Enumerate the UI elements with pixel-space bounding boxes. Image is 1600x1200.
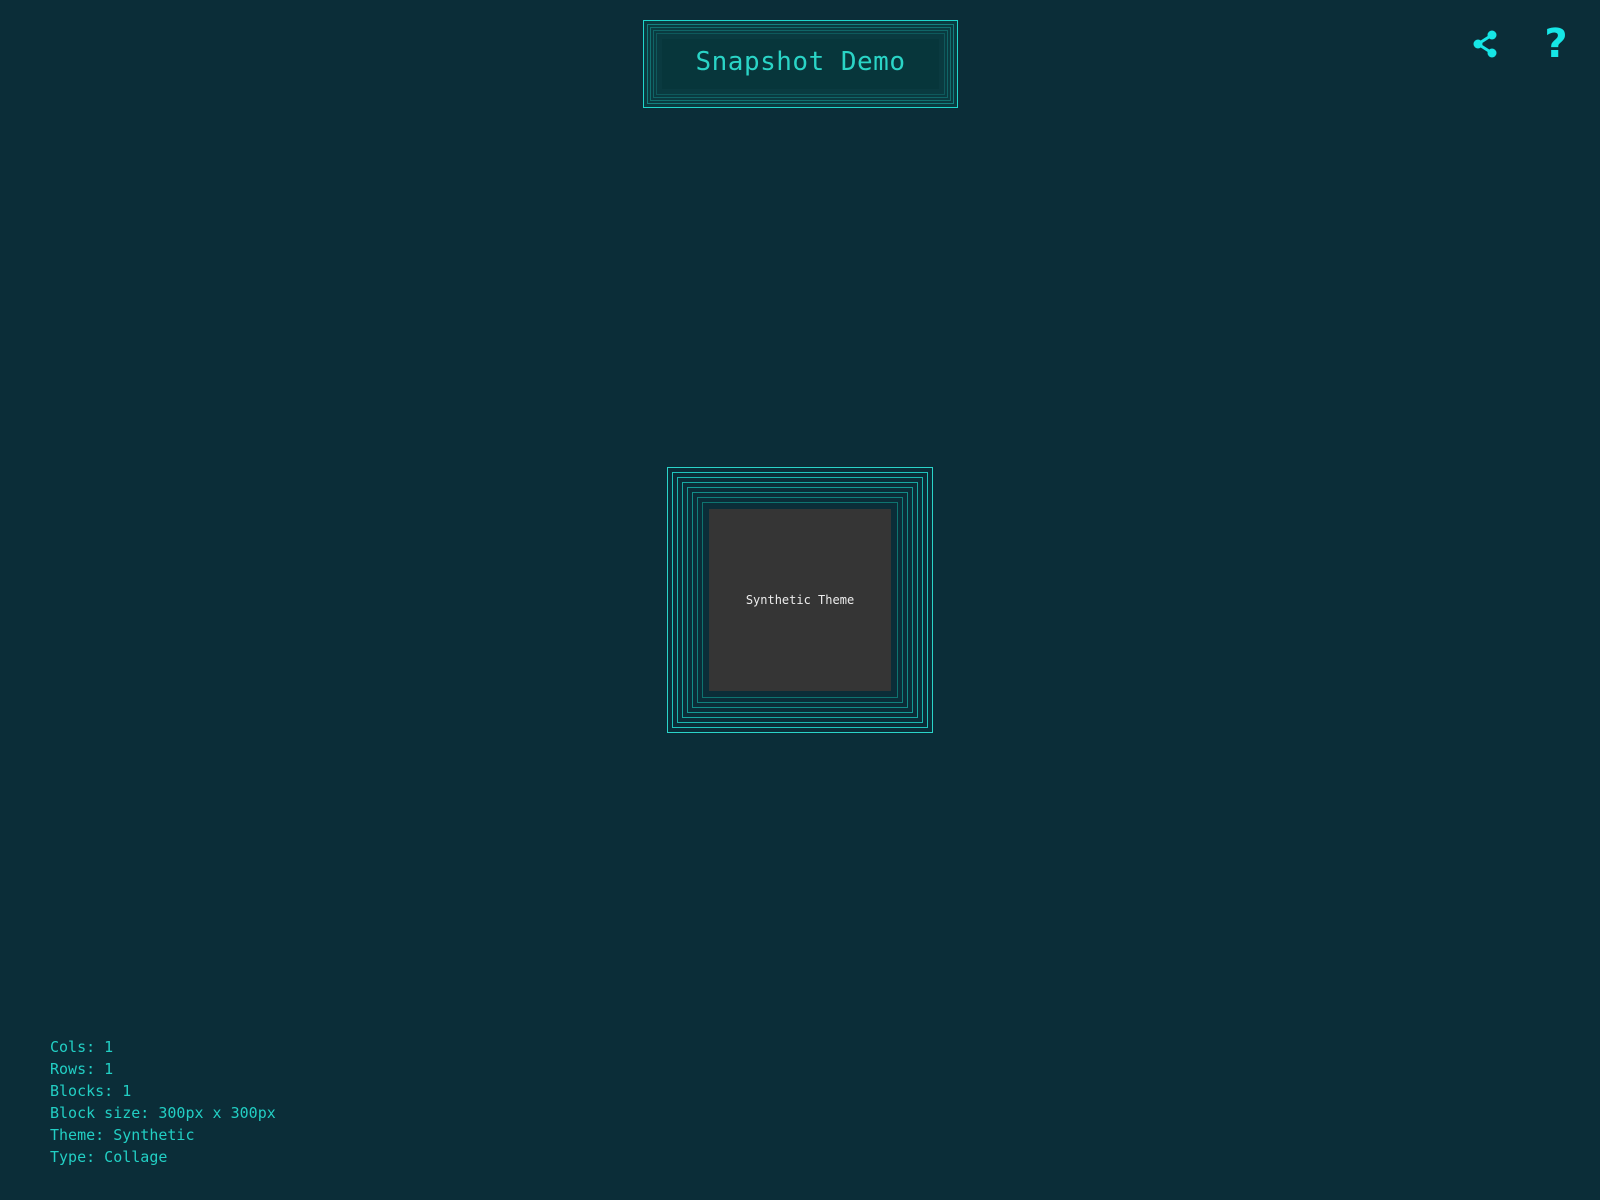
info-blocks: Blocks: 1 [50, 1082, 132, 1100]
info-cols: Cols: 1 [50, 1038, 114, 1056]
collage-block[interactable]: Synthetic Theme [667, 467, 933, 733]
title-banner: Snapshot Demo [643, 20, 958, 108]
info-theme: Theme: Synthetic [50, 1126, 195, 1144]
share-icon [1473, 30, 1497, 58]
info-rows: Rows: 1 [50, 1060, 114, 1078]
info-block-size: Block size: 300px x 300px [50, 1104, 276, 1122]
block-label: Synthetic Theme [745, 593, 855, 607]
block-tile: Synthetic Theme [709, 509, 891, 691]
info-panel: Cols: 1 Rows: 1 Blocks: 1 Block size: 30… [50, 1036, 276, 1168]
share-button[interactable] [1465, 24, 1505, 64]
help-button[interactable]: ? [1536, 24, 1576, 64]
page-title: Snapshot Demo [695, 47, 906, 77]
info-type: Type: Collage [50, 1148, 168, 1166]
help-icon: ? [1544, 21, 1568, 67]
